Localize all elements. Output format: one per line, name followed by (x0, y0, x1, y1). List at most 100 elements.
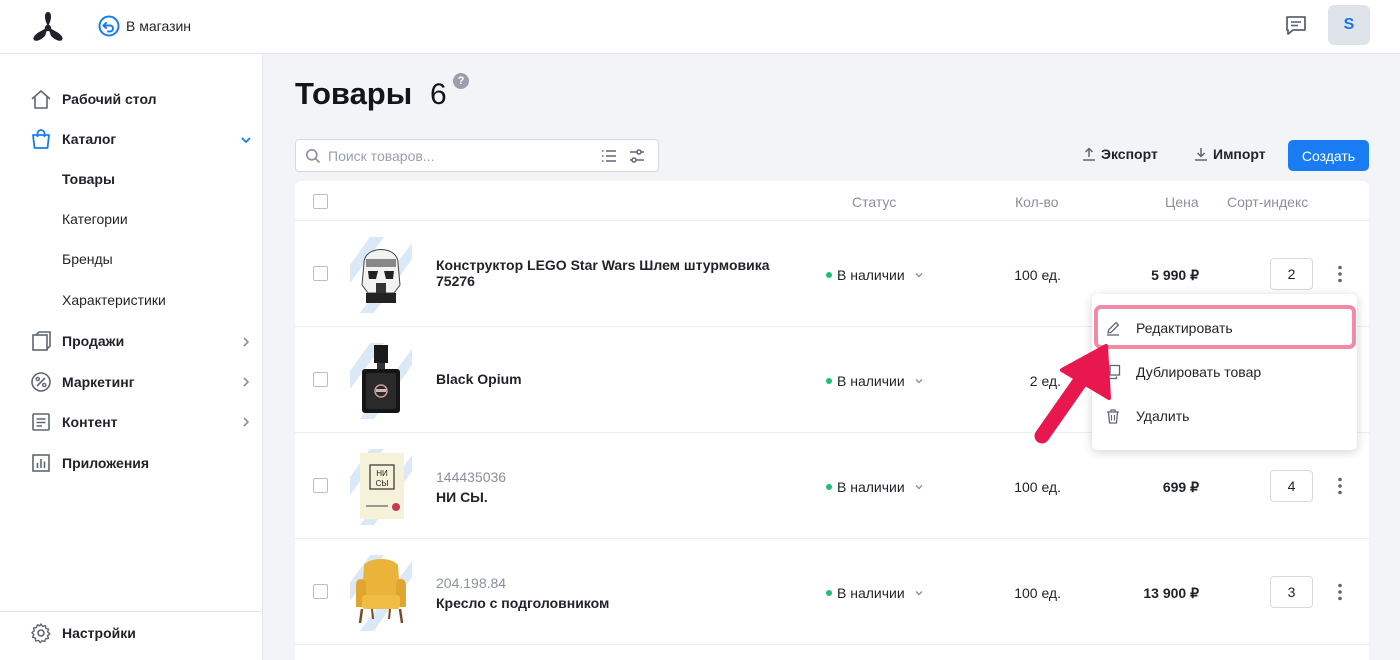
percent-icon (31, 372, 51, 392)
column-header-sort-index[interactable]: Сорт-индекс (1227, 194, 1308, 210)
search-input[interactable] (328, 145, 578, 167)
status-dropdown[interactable]: В наличии (826, 585, 924, 601)
status-dropdown[interactable]: В наличии (826, 479, 924, 495)
sidebar-item-catalog[interactable]: Каталог (30, 128, 116, 150)
table-row[interactable]: 204.198.84 Кресло с подголовником В нали… (295, 539, 1369, 645)
product-qty: 100 ед. (1014, 479, 1061, 495)
top-bar: В магазин S (0, 0, 1400, 54)
svg-text:СЫ: СЫ (376, 479, 389, 488)
status-dropdown[interactable]: В наличии (826, 267, 924, 283)
status-dot (826, 272, 832, 278)
product-image-armchair[interactable] (350, 555, 412, 631)
sidebar-item-settings[interactable]: Настройки (30, 622, 136, 644)
filter-sliders-icon[interactable] (629, 149, 645, 163)
content-icon (32, 413, 50, 431)
column-header-status[interactable]: Статус (852, 194, 896, 210)
svg-text:НИ: НИ (376, 469, 388, 478)
chevron-right-icon[interactable] (240, 376, 252, 388)
menu-item-duplicate[interactable]: Дублировать товар (1092, 351, 1357, 393)
product-name[interactable]: НИ СЫ. (436, 489, 781, 505)
chevron-right-icon[interactable] (240, 416, 252, 428)
apps-chart-icon (32, 454, 50, 472)
sidebar: Рабочий стол Каталог Товары Категории Бр… (0, 54, 263, 660)
status-dot (826, 590, 832, 596)
import-label: Импорт (1213, 146, 1266, 162)
product-name[interactable]: Кресло с подголовником (436, 595, 781, 611)
row-context-menu: Редактировать Дублировать товар Удалить (1092, 294, 1357, 450)
product-name[interactable]: Конструктор LEGO Star Wars Шлем штурмови… (436, 257, 781, 289)
status-label: В наличии (837, 585, 905, 601)
product-qty: 100 ед. (1014, 585, 1061, 601)
menu-item-label: Редактировать (1136, 320, 1233, 336)
status-dropdown[interactable]: В наличии (826, 373, 924, 389)
gear-icon (31, 623, 51, 644)
product-qty: 100 ед. (1014, 267, 1061, 283)
user-avatar[interactable]: S (1328, 5, 1370, 45)
help-icon[interactable]: ? (453, 73, 469, 89)
product-count: 6 (430, 78, 447, 111)
sidebar-subitem-categories[interactable]: Категории (62, 211, 128, 227)
sidebar-item-label: Приложения (62, 455, 150, 471)
status-label: В наличии (837, 479, 905, 495)
row-checkbox[interactable] (313, 478, 328, 493)
product-name[interactable]: Black Opium (436, 371, 781, 387)
back-to-store-link[interactable]: В магазин (98, 15, 191, 37)
product-sku: 144435036 (436, 469, 507, 485)
menu-item-edit[interactable]: Редактировать (1092, 307, 1357, 349)
row-checkbox[interactable] (313, 266, 328, 281)
sidebar-subitem-products[interactable]: Товары (62, 171, 115, 187)
product-price: 5 990 ₽ (1151, 267, 1199, 283)
sort-index-input[interactable]: 3 (1270, 576, 1313, 608)
list-view-icon[interactable] (601, 149, 617, 163)
export-button[interactable]: Экспорт (1082, 146, 1158, 162)
column-header-qty[interactable]: Кол-во (1015, 194, 1059, 210)
sidebar-subitem-characteristics[interactable]: Характеристики (62, 292, 166, 308)
sidebar-item-apps[interactable]: Приложения (30, 452, 149, 474)
import-button[interactable]: Импорт (1194, 146, 1266, 162)
sidebar-subitem-brands[interactable]: Бренды (62, 251, 113, 267)
menu-item-label: Удалить (1136, 408, 1190, 424)
export-label: Экспорт (1101, 146, 1158, 162)
more-vertical-icon[interactable] (1335, 265, 1345, 283)
chevron-down-icon (915, 273, 923, 278)
product-price: 699 ₽ (1162, 479, 1199, 495)
back-to-store-label: В магазин (126, 18, 192, 34)
more-vertical-icon[interactable] (1335, 583, 1345, 601)
sidebar-item-sales[interactable]: Продажи (30, 330, 124, 352)
shopping-bag-icon (32, 129, 50, 149)
sidebar-item-label: Продажи (62, 333, 125, 349)
search-icon (306, 149, 321, 164)
row-checkbox[interactable] (313, 372, 328, 387)
sidebar-item-content[interactable]: Контент (30, 411, 118, 433)
sort-index-input[interactable]: 2 (1270, 258, 1313, 290)
copy-icon (1105, 364, 1121, 380)
logo-icon[interactable] (28, 8, 68, 44)
chevron-down-icon (915, 591, 923, 596)
sidebar-item-label: Контент (62, 414, 118, 430)
sales-icon (32, 331, 51, 351)
sidebar-item-label: Настройки (62, 625, 136, 641)
menu-item-delete[interactable]: Удалить (1092, 395, 1357, 437)
row-checkbox[interactable] (313, 584, 328, 599)
status-label: В наличии (837, 373, 905, 389)
status-label: В наличии (837, 267, 905, 283)
chevron-down-icon[interactable] (240, 134, 252, 146)
sidebar-item-label: Каталог (62, 131, 117, 147)
product-image-perfume[interactable] (350, 343, 412, 419)
select-all-checkbox[interactable] (313, 194, 328, 209)
back-circle-icon (98, 15, 120, 37)
sort-index-input[interactable]: 4 (1270, 470, 1313, 502)
column-header-price[interactable]: Цена (1165, 194, 1199, 210)
chevron-down-icon (915, 485, 923, 490)
create-button[interactable]: Создать (1288, 140, 1369, 171)
chevron-right-icon[interactable] (240, 336, 252, 348)
upload-icon (1083, 147, 1095, 161)
product-image-lego-helmet[interactable] (350, 237, 412, 313)
more-vertical-icon[interactable] (1335, 477, 1345, 495)
sidebar-item-label: Рабочий стол (62, 91, 157, 107)
chat-icon[interactable] (1284, 13, 1308, 37)
page-title: Товары (295, 76, 413, 111)
sidebar-item-dashboard[interactable]: Рабочий стол (30, 88, 157, 110)
product-image-book[interactable]: НИ СЫ (350, 449, 412, 525)
sidebar-item-marketing[interactable]: Маркетинг (30, 371, 135, 393)
